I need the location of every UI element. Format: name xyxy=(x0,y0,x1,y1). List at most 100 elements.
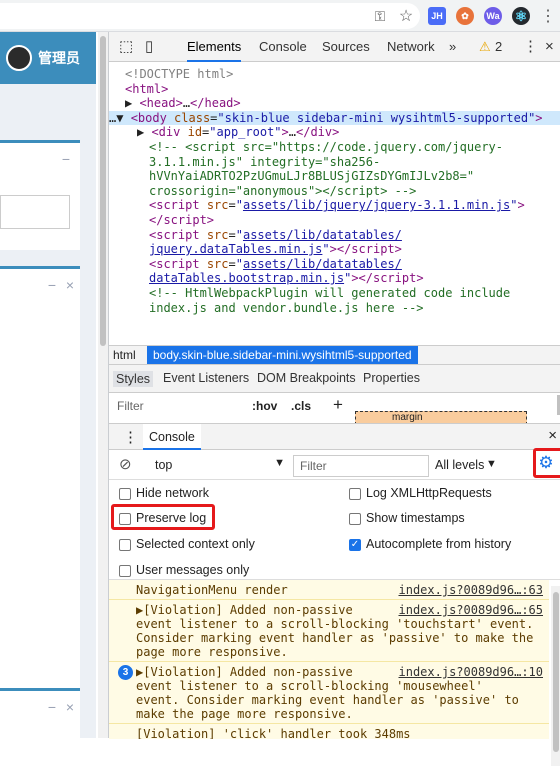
dom-node[interactable]: ▶ <head>…</head> xyxy=(109,96,560,111)
show-timestamps-checkbox[interactable] xyxy=(349,513,361,525)
dom-node[interactable]: <!-- HtmlWebpackPlugin will generated co… xyxy=(109,286,560,301)
dom-node[interactable]: index.js and vendor.bundle.js here --> xyxy=(109,301,560,316)
message-source-link[interactable]: index.js?0089d96…:63 xyxy=(399,583,544,597)
context-select[interactable]: top ▼ xyxy=(145,454,285,476)
menu-icon[interactable]: ⋮ xyxy=(540,6,556,26)
avatar[interactable] xyxy=(6,45,32,71)
dom-node[interactable]: crossorigin="anonymous"></script> --> xyxy=(109,184,560,199)
user-messages-only-label: User messages only xyxy=(136,563,250,577)
close-drawer-icon[interactable]: × xyxy=(548,427,557,444)
user-messages-only-checkbox[interactable] xyxy=(119,565,131,577)
autocomplete-from-history-checkbox[interactable]: ✓ xyxy=(349,539,361,551)
key-icon[interactable]: ⚿ xyxy=(372,6,388,26)
tab-dom-breakpoints[interactable]: DOM Breakpoints xyxy=(257,371,356,385)
web-page: 管理员 − − × − × xyxy=(0,32,96,738)
dom-node[interactable]: <!DOCTYPE html> xyxy=(109,67,560,82)
dom-node-selected[interactable]: …▼ <body class="skin-blue sidebar-mini w… xyxy=(109,110,560,126)
styles-filter-input[interactable]: Filter xyxy=(117,399,144,413)
box-model-label: margin xyxy=(392,412,423,423)
more-tabs-icon[interactable]: » xyxy=(449,32,456,62)
message-source-link[interactable]: index.js?0089d96…:65 xyxy=(399,603,544,617)
devtools-menu-icon[interactable]: ⋮ xyxy=(523,32,538,62)
tab-sources[interactable]: Sources xyxy=(322,32,370,62)
highlight-box xyxy=(111,504,215,530)
styles-tabbar: Styles Event Listeners DOM Breakpoints P… xyxy=(109,365,560,393)
dom-node[interactable]: 3.1.1.min.js" integrity="sha256- xyxy=(109,155,560,170)
console-filter-input[interactable]: Filter xyxy=(293,455,429,477)
dom-node[interactable]: <script src="assets/lib/jquery/jquery-3.… xyxy=(109,198,560,213)
clear-console-icon[interactable]: ⊘ xyxy=(119,455,132,473)
dom-node[interactable]: ▶ <div id="app_root">…</div> xyxy=(109,125,560,140)
admin-label[interactable]: 管理员 xyxy=(38,48,80,68)
selected-context-only-checkbox[interactable] xyxy=(119,539,131,551)
wa-extension-label: Wa xyxy=(484,7,502,25)
console-message[interactable]: ▶[Violation] Added non-passive event lis… xyxy=(109,600,549,662)
log-xhr-label: Log XMLHttpRequests xyxy=(366,486,492,500)
console-messages: NavigationMenu render index.js?0089d96…:6… xyxy=(109,580,549,739)
drawer-tab-console[interactable]: Console xyxy=(143,424,201,450)
close-devtools-icon[interactable]: × xyxy=(545,32,554,62)
devtools-tabbar: ⬚ ▯ Elements Console Sources Network » ⚠… xyxy=(109,32,560,62)
warning-count[interactable]: 2 xyxy=(495,32,502,62)
close-icon[interactable]: × xyxy=(66,277,74,293)
elements-tree: <!DOCTYPE html> <html> ▶ <head>…</head> …▼ … xyxy=(109,63,560,345)
show-timestamps-label: Show timestamps xyxy=(366,511,465,525)
breadcrumb-html[interactable]: html xyxy=(113,348,136,362)
dom-node[interactable]: hVVnYaiADRTO2PzUGmuLJr8BLUSjGIZsDYGmIJLv… xyxy=(109,169,560,184)
dom-node[interactable]: jquery.dataTables.min.js"></script> xyxy=(109,242,560,257)
cls-toggle[interactable]: .cls xyxy=(291,399,311,413)
warning-icon[interactable]: ⚠ xyxy=(479,32,491,62)
log-xhr-checkbox[interactable] xyxy=(349,488,361,500)
react-extension-glyph: ⚛ xyxy=(512,7,530,25)
device-toggle-icon[interactable]: ▯ xyxy=(145,32,153,62)
fox-extension-icon[interactable]: ✿ xyxy=(456,6,474,26)
log-levels-dropdown[interactable]: All levels xyxy=(435,458,484,472)
content-box: − xyxy=(0,140,80,250)
scrollbar-thumb[interactable] xyxy=(553,592,559,752)
console-message[interactable]: NavigationMenu render index.js?0089d96…:6… xyxy=(109,580,549,600)
tab-styles[interactable]: Styles xyxy=(113,371,154,387)
address-bar[interactable] xyxy=(0,3,420,29)
hide-network-checkbox[interactable] xyxy=(119,488,131,500)
collapse-icon[interactable]: − xyxy=(48,277,56,293)
wa-extension-icon[interactable]: Wa xyxy=(484,6,502,26)
highlight-box xyxy=(533,448,560,478)
tab-event-listeners[interactable]: Event Listeners xyxy=(163,371,249,385)
page-scrollbar[interactable] xyxy=(98,32,108,738)
breadcrumb: html body.skin-blue.sidebar-mini.wysihtm… xyxy=(109,345,560,365)
chevron-down-icon[interactable]: ▼ xyxy=(486,458,497,470)
collapse-icon[interactable]: − xyxy=(48,699,56,715)
dom-node[interactable]: <script src="assets/lib/datatables/ xyxy=(109,228,560,243)
close-icon[interactable]: × xyxy=(66,699,74,715)
content-box: − × xyxy=(0,688,80,738)
context-value: top xyxy=(155,458,173,472)
inspect-icon[interactable]: ⬚ xyxy=(119,32,133,62)
hov-toggle[interactable]: :hov xyxy=(252,399,277,413)
console-message[interactable]: [Violation] 'click' handler took 348ms xyxy=(109,724,549,739)
add-rule-icon[interactable]: + xyxy=(333,395,343,415)
chevron-down-icon: ▼ xyxy=(274,457,285,469)
breadcrumb-body[interactable]: body.skin-blue.sidebar-mini.wysihtml5-su… xyxy=(147,346,418,364)
message-source-link[interactable]: index.js?0089d96…:10 xyxy=(399,665,544,679)
hide-network-label: Hide network xyxy=(136,486,209,500)
tab-network[interactable]: Network xyxy=(387,32,435,62)
drawer-menu-icon[interactable]: ⋮ xyxy=(123,428,138,446)
react-extension-icon[interactable]: ⚛ xyxy=(512,6,530,26)
dom-node[interactable]: <!-- <script src="https://code.jquery.co… xyxy=(109,140,560,155)
dom-node[interactable]: dataTables.bootstrap.min.js"></script> xyxy=(109,271,560,286)
form-field[interactable] xyxy=(0,195,70,229)
dom-node[interactable]: <html> xyxy=(109,82,560,97)
star-icon[interactable]: ☆ xyxy=(397,6,415,26)
tab-console[interactable]: Console xyxy=(259,32,307,62)
console-scrollbar[interactable] xyxy=(551,586,560,766)
tab-properties[interactable]: Properties xyxy=(363,371,420,385)
scrollbar-thumb[interactable] xyxy=(100,36,106,346)
dom-node[interactable]: </script> xyxy=(109,213,560,228)
console-settings: Hide network Log XMLHttpRequests Preserv… xyxy=(109,480,560,580)
console-message[interactable]: 3 ▶[Violation] Added non-passive event li… xyxy=(109,662,549,724)
jh-extension-icon[interactable]: JH xyxy=(428,6,446,26)
dom-node[interactable]: <script src="assets/lib/datatables/ xyxy=(109,257,560,272)
page-header: 管理员 xyxy=(0,32,96,84)
tab-elements[interactable]: Elements xyxy=(187,32,242,62)
collapse-icon[interactable]: − xyxy=(62,151,70,167)
